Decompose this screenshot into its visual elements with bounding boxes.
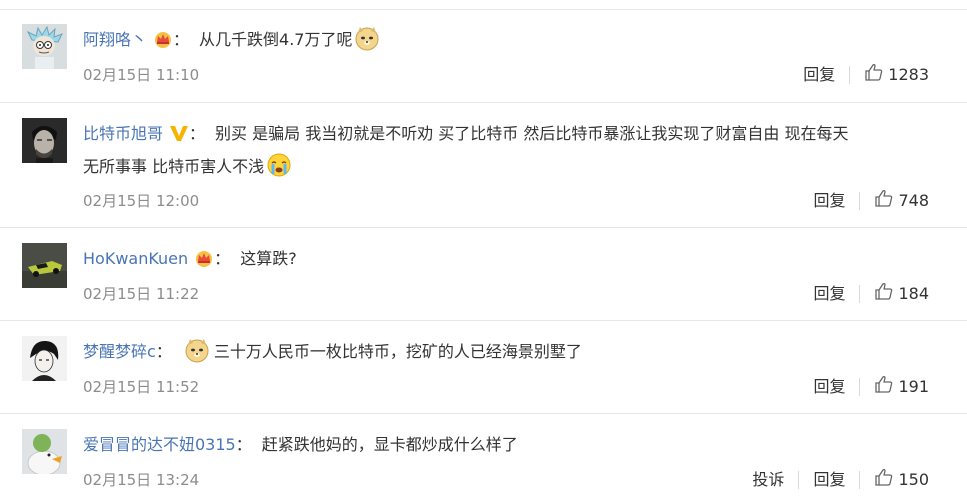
username-link[interactable]: 爱冒冒的达不妞0315 xyxy=(83,435,236,454)
comment-body: 梦醒梦碎c： 三十万人民币一枚比特币，挖矿的人已经海景别墅了 xyxy=(83,337,943,373)
top-divider xyxy=(0,9,967,10)
doge-emoji-icon xyxy=(354,25,380,61)
like-button[interactable]: 1283 xyxy=(864,62,929,89)
separator xyxy=(859,192,861,210)
report-button[interactable]: 投诉 xyxy=(752,468,784,492)
timestamp: 02月15日 13:24 xyxy=(83,471,200,489)
username-link[interactable]: HoKwanKuen xyxy=(83,249,188,268)
verified-v-badge-icon xyxy=(169,122,189,152)
comment-body: HoKwanKuen：这算跌? xyxy=(83,244,943,277)
comment-meta: 02月15日 12:00 回复 748 xyxy=(83,189,929,213)
crown-badge-icon xyxy=(153,28,173,58)
separator xyxy=(859,471,861,489)
timestamp: 02月15日 11:52 xyxy=(83,378,200,396)
like-count: 748 xyxy=(898,191,929,210)
divider xyxy=(0,413,967,414)
divider xyxy=(0,320,967,321)
comment-text-continued: 无所事事 比特币害人不浅 xyxy=(83,157,265,176)
avatar[interactable] xyxy=(22,243,67,288)
comment-meta: 02月15日 11:52 回复 191 xyxy=(83,375,929,399)
separator xyxy=(849,66,851,84)
username-link[interactable]: 阿翔咯丶 xyxy=(83,30,147,49)
like-button[interactable]: 184 xyxy=(874,281,929,308)
crown-badge-icon xyxy=(194,247,214,277)
reply-button[interactable]: 回复 xyxy=(813,468,845,492)
like-count: 184 xyxy=(898,284,929,303)
timestamp: 02月15日 12:00 xyxy=(83,192,200,210)
comment-meta: 02月15日 13:24 投诉 回复 150 xyxy=(83,468,929,492)
separator xyxy=(798,471,800,489)
comment-body: 阿翔咯丶：从几千跌倒4.7万了呢 xyxy=(83,25,943,61)
avatar[interactable] xyxy=(22,118,67,163)
thumbs-up-icon xyxy=(874,281,898,308)
like-button[interactable]: 191 xyxy=(874,374,929,401)
comment-body: 比特币旭哥：别买 是骗局 我当初就是不听劝 买了比特币 然后比特币暴涨让我实现了… xyxy=(83,119,943,188)
separator xyxy=(859,378,861,396)
avatar[interactable] xyxy=(22,24,67,69)
comment-meta: 02月15日 11:10 回复 1283 xyxy=(83,63,929,87)
thumbs-up-icon xyxy=(874,467,898,494)
username-link[interactable]: 梦醒梦碎c xyxy=(83,342,156,361)
separator xyxy=(859,285,861,303)
doge-emoji-icon xyxy=(184,337,210,373)
comment-text: 赶紧跌他妈的，显卡都炒成什么样了 xyxy=(261,435,518,454)
like-button[interactable]: 748 xyxy=(874,188,929,215)
reply-button[interactable]: 回复 xyxy=(803,63,835,87)
avatar[interactable] xyxy=(22,429,67,474)
timestamp: 02月15日 11:22 xyxy=(83,285,200,303)
thumbs-up-icon xyxy=(864,62,888,89)
thumbs-up-icon xyxy=(874,374,898,401)
like-count: 191 xyxy=(898,377,929,396)
username-link[interactable]: 比特币旭哥 xyxy=(83,124,163,143)
reply-button[interactable]: 回复 xyxy=(813,189,845,213)
avatar[interactable] xyxy=(22,336,67,381)
like-count: 1283 xyxy=(888,65,929,84)
comment-text: 这算跌? xyxy=(240,249,297,268)
timestamp: 02月15日 11:10 xyxy=(83,66,200,84)
divider xyxy=(0,227,967,228)
comment-body: 爱冒冒的达不妞0315： 赶紧跌他妈的，显卡都炒成什么样了 xyxy=(83,435,518,454)
thumbs-up-icon xyxy=(874,188,898,215)
comment-text: 三十万人民币一枚比特币，挖矿的人已经海景别墅了 xyxy=(213,342,582,361)
reply-button[interactable]: 回复 xyxy=(813,375,845,399)
comment-text: 从几千跌倒4.7万了呢 xyxy=(199,30,353,49)
reply-button[interactable]: 回复 xyxy=(813,282,845,306)
comment-text: 别买 是骗局 我当初就是不听劝 买了比特币 然后比特币暴涨让我实现了财富自由 现… xyxy=(215,124,849,143)
divider xyxy=(0,102,967,103)
like-count: 150 xyxy=(898,470,929,489)
comment-meta: 02月15日 11:22 回复 184 xyxy=(83,282,929,306)
crying-emoji-icon xyxy=(266,152,292,188)
like-button[interactable]: 150 xyxy=(874,467,929,494)
